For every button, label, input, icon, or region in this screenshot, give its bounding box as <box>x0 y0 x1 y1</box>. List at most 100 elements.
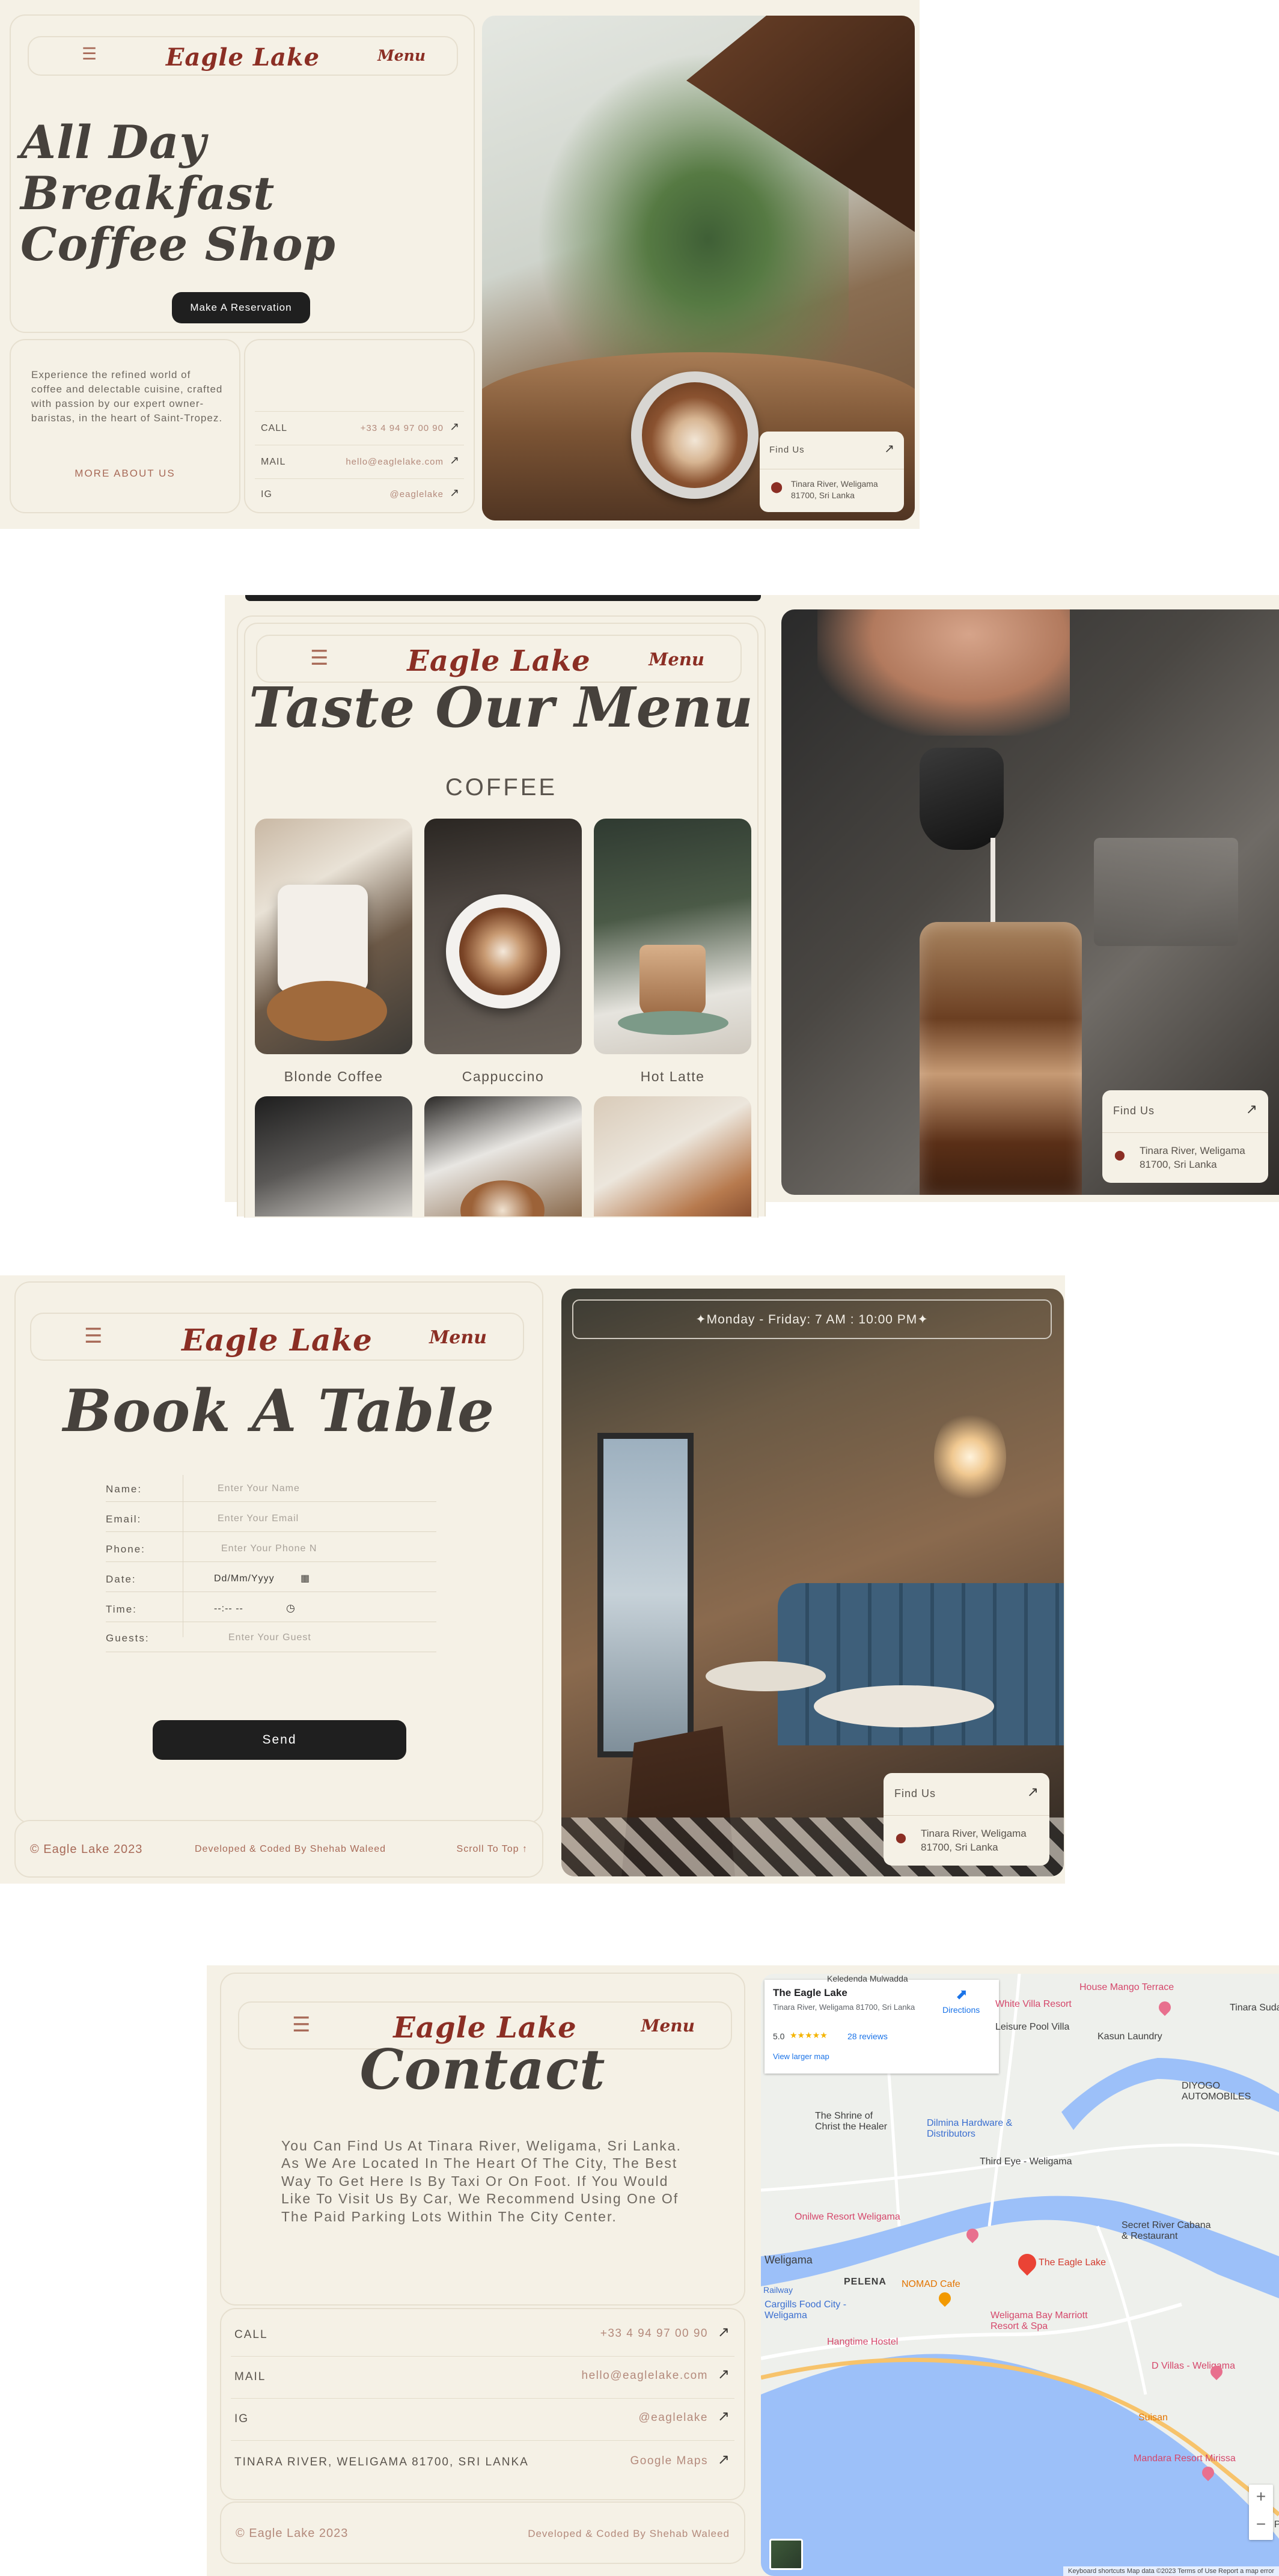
form-label: Date: <box>106 1573 136 1585</box>
phone-input[interactable]: Enter Your Phone N <box>221 1543 317 1554</box>
arrow-icon: ↗ <box>1245 1101 1257 1117</box>
contact-text: You Can Find Us At Tinara River, Weligam… <box>281 2138 682 2224</box>
contact-rows-panel: CALL +33 4 94 97 00 90 ↗ MAIL hello@eagl… <box>220 2308 745 2500</box>
contact-label: MAIL <box>234 2370 266 2383</box>
find-us-address: Tinara River, Weligama 81700, Sri Lanka <box>791 479 878 500</box>
menu-item-image[interactable] <box>594 819 751 1054</box>
menu-link[interactable]: Menu <box>429 1327 487 1348</box>
map-label: Weligama <box>765 2254 813 2266</box>
time-input[interactable]: --:-- -- <box>214 1604 243 1614</box>
find-us-card[interactable]: Find Us ↗ ⬤ Tinara River, Weligama 81700… <box>884 1773 1049 1866</box>
zoom-in-button[interactable]: + <box>1249 2487 1273 2506</box>
contact-label: MAIL <box>261 457 286 467</box>
find-us-card[interactable]: Find Us ↗ ⬤ Tinara River, Weligama 81700… <box>760 432 904 512</box>
map-label: Onilwe Resort Weligama <box>795 2212 900 2222</box>
contact-row[interactable]: CALL +33 4 94 97 00 90 ↗ <box>255 411 464 445</box>
cafe-background <box>1094 838 1238 946</box>
booking-title: Book A Table <box>63 1377 495 1445</box>
name-input[interactable]: Enter Your Name <box>218 1483 300 1494</box>
date-input[interactable]: Dd/Mm/Yyyy <box>214 1573 275 1584</box>
contact-row[interactable]: IG @eaglelake ↗ <box>231 2398 734 2440</box>
form-label: Time: <box>106 1604 137 1615</box>
menu-item-name: Hot Latte <box>640 1069 705 1084</box>
contact-row[interactable]: IG @eaglelake ↗ <box>255 478 464 512</box>
contact-panel: ☰ Eagle Lake Menu Contact You Can Find U… <box>220 1973 745 2306</box>
map-embed[interactable]: The Eagle Lake Tinara River, Weligama 81… <box>761 1974 1279 2576</box>
hero-title: All Day Breakfast Coffee Shop <box>20 117 474 270</box>
reservation-button[interactable]: Make A Reservation <box>172 292 310 323</box>
navbar: ☰ Eagle Lake Menu <box>30 1313 524 1361</box>
contact-value: hello@eaglelake.com <box>346 457 444 467</box>
zoom-controls: + − <box>1249 2485 1273 2540</box>
scroll-top-link[interactable]: Scroll To Top ↑ <box>457 1844 528 1855</box>
menu-item-image[interactable] <box>424 1096 582 1216</box>
menu-link[interactable]: Menu <box>641 2016 695 2036</box>
email-input[interactable]: Enter Your Email <box>218 1513 299 1524</box>
guests-input[interactable]: Enter Your Guest <box>228 1632 311 1643</box>
copyright: © Eagle Lake 2023 <box>236 2527 349 2540</box>
map-label: Tinara Sudarsha <box>1230 2003 1279 2013</box>
find-us-card[interactable]: Find Us ↗ ⬤ Tinara River, Weligama 81700… <box>1102 1090 1268 1183</box>
clock-icon[interactable]: ◷ <box>286 1602 295 1614</box>
hand <box>817 609 1070 736</box>
satellite-thumbnail[interactable] <box>769 2539 803 2570</box>
contact-row[interactable]: CALL +33 4 94 97 00 90 ↗ <box>231 2314 734 2356</box>
map-footer: Keyboard shortcuts Map data ©2023 Terms … <box>1063 2566 1279 2576</box>
menu-photo: Find Us ↗ ⬤ Tinara River, Weligama 81700… <box>781 609 1279 1195</box>
reviews-link[interactable]: 28 reviews <box>847 2031 888 2041</box>
map-label: Leisure Pool Villa <box>995 2022 1070 2032</box>
zoom-out-button[interactable]: − <box>1249 2515 1273 2534</box>
arrow-icon: ↗ <box>717 2366 730 2382</box>
menu-link[interactable]: Menu <box>649 649 704 670</box>
contact-row[interactable]: TINARA RIVER, WELIGAMA 81700, SRI LANKA … <box>231 2440 734 2482</box>
map-label: The Shrine of Christ the Healer <box>815 2111 888 2132</box>
copyright: © Eagle Lake 2023 <box>30 1843 143 1856</box>
developer-credit: Developed & Coded By Shehab Waleed <box>528 2528 730 2539</box>
window <box>597 1433 694 1757</box>
hours-text: ✦Monday - Friday: 7 AM : 10:00 PM✦ <box>695 1312 929 1326</box>
arrow-icon: ↗ <box>450 454 459 467</box>
menu-item-image[interactable] <box>255 819 412 1054</box>
contact-value: +33 4 94 97 00 90 <box>600 2327 708 2340</box>
booking-form: Name: Enter Your Name Email: Enter Your … <box>106 1475 436 1652</box>
map-label: DIYOGO AUTOMOBILES <box>1182 2081 1251 2102</box>
place-address: Tinara River, Weligama 81700, Sri Lanka <box>773 2003 915 2012</box>
dark-strip <box>245 595 761 601</box>
contact-row[interactable]: MAIL hello@eaglelake.com ↗ <box>255 445 464 478</box>
directions-icon[interactable]: ⬈ <box>956 1986 968 2003</box>
find-us-label: Find Us <box>1113 1105 1155 1117</box>
location-pin-icon: ⬤ <box>1114 1150 1125 1161</box>
menu-title: Taste Our Menu <box>249 675 754 740</box>
menu-item-name: Blonde Coffee <box>284 1069 383 1084</box>
contact-label: CALL <box>261 423 288 433</box>
menu-link[interactable]: Menu <box>377 47 426 64</box>
about-text: Experience the refined world of coffee a… <box>31 369 223 424</box>
find-us-label: Find Us <box>894 1787 936 1799</box>
milk-jug <box>920 748 1004 850</box>
rating-stars: ★★★★★ <box>790 2030 828 2040</box>
location-pin-icon: ⬤ <box>896 1833 906 1843</box>
arrow-icon: ↗ <box>717 2324 730 2340</box>
form-label: Guests: <box>106 1632 150 1644</box>
contact-label: TINARA RIVER, WELIGAMA 81700, SRI LANKA <box>234 2456 529 2468</box>
menu-item-image[interactable] <box>255 1096 412 1216</box>
more-about-link[interactable]: MORE ABOUT US <box>11 468 239 480</box>
menu-item-image[interactable] <box>424 819 582 1054</box>
place-card[interactable]: The Eagle Lake Tinara River, Weligama 81… <box>765 1980 999 2074</box>
map-label: Keledenda Mulwadda <box>827 1974 908 1983</box>
map-label: Railway <box>763 2285 793 2295</box>
view-larger-map[interactable]: View larger map <box>773 2052 829 2061</box>
coffee-cup <box>631 371 759 499</box>
arrow-icon: ↗ <box>717 2452 730 2468</box>
navbar: ☰ Eagle Lake Menu <box>28 36 458 76</box>
form-label: Name: <box>106 1483 142 1495</box>
directions-link[interactable]: Directions <box>942 2005 980 2015</box>
map-label: Hangtime Hostel <box>827 2337 899 2347</box>
send-button[interactable]: Send <box>153 1720 406 1760</box>
menu-category: COFFEE <box>445 774 558 801</box>
form-label: Email: <box>106 1513 142 1525</box>
menu-item-image[interactable] <box>594 1096 751 1216</box>
calendar-icon[interactable]: ▦ <box>301 1572 310 1584</box>
contact-value: Google Maps <box>630 2455 708 2467</box>
contact-row[interactable]: MAIL hello@eaglelake.com ↗ <box>231 2356 734 2398</box>
